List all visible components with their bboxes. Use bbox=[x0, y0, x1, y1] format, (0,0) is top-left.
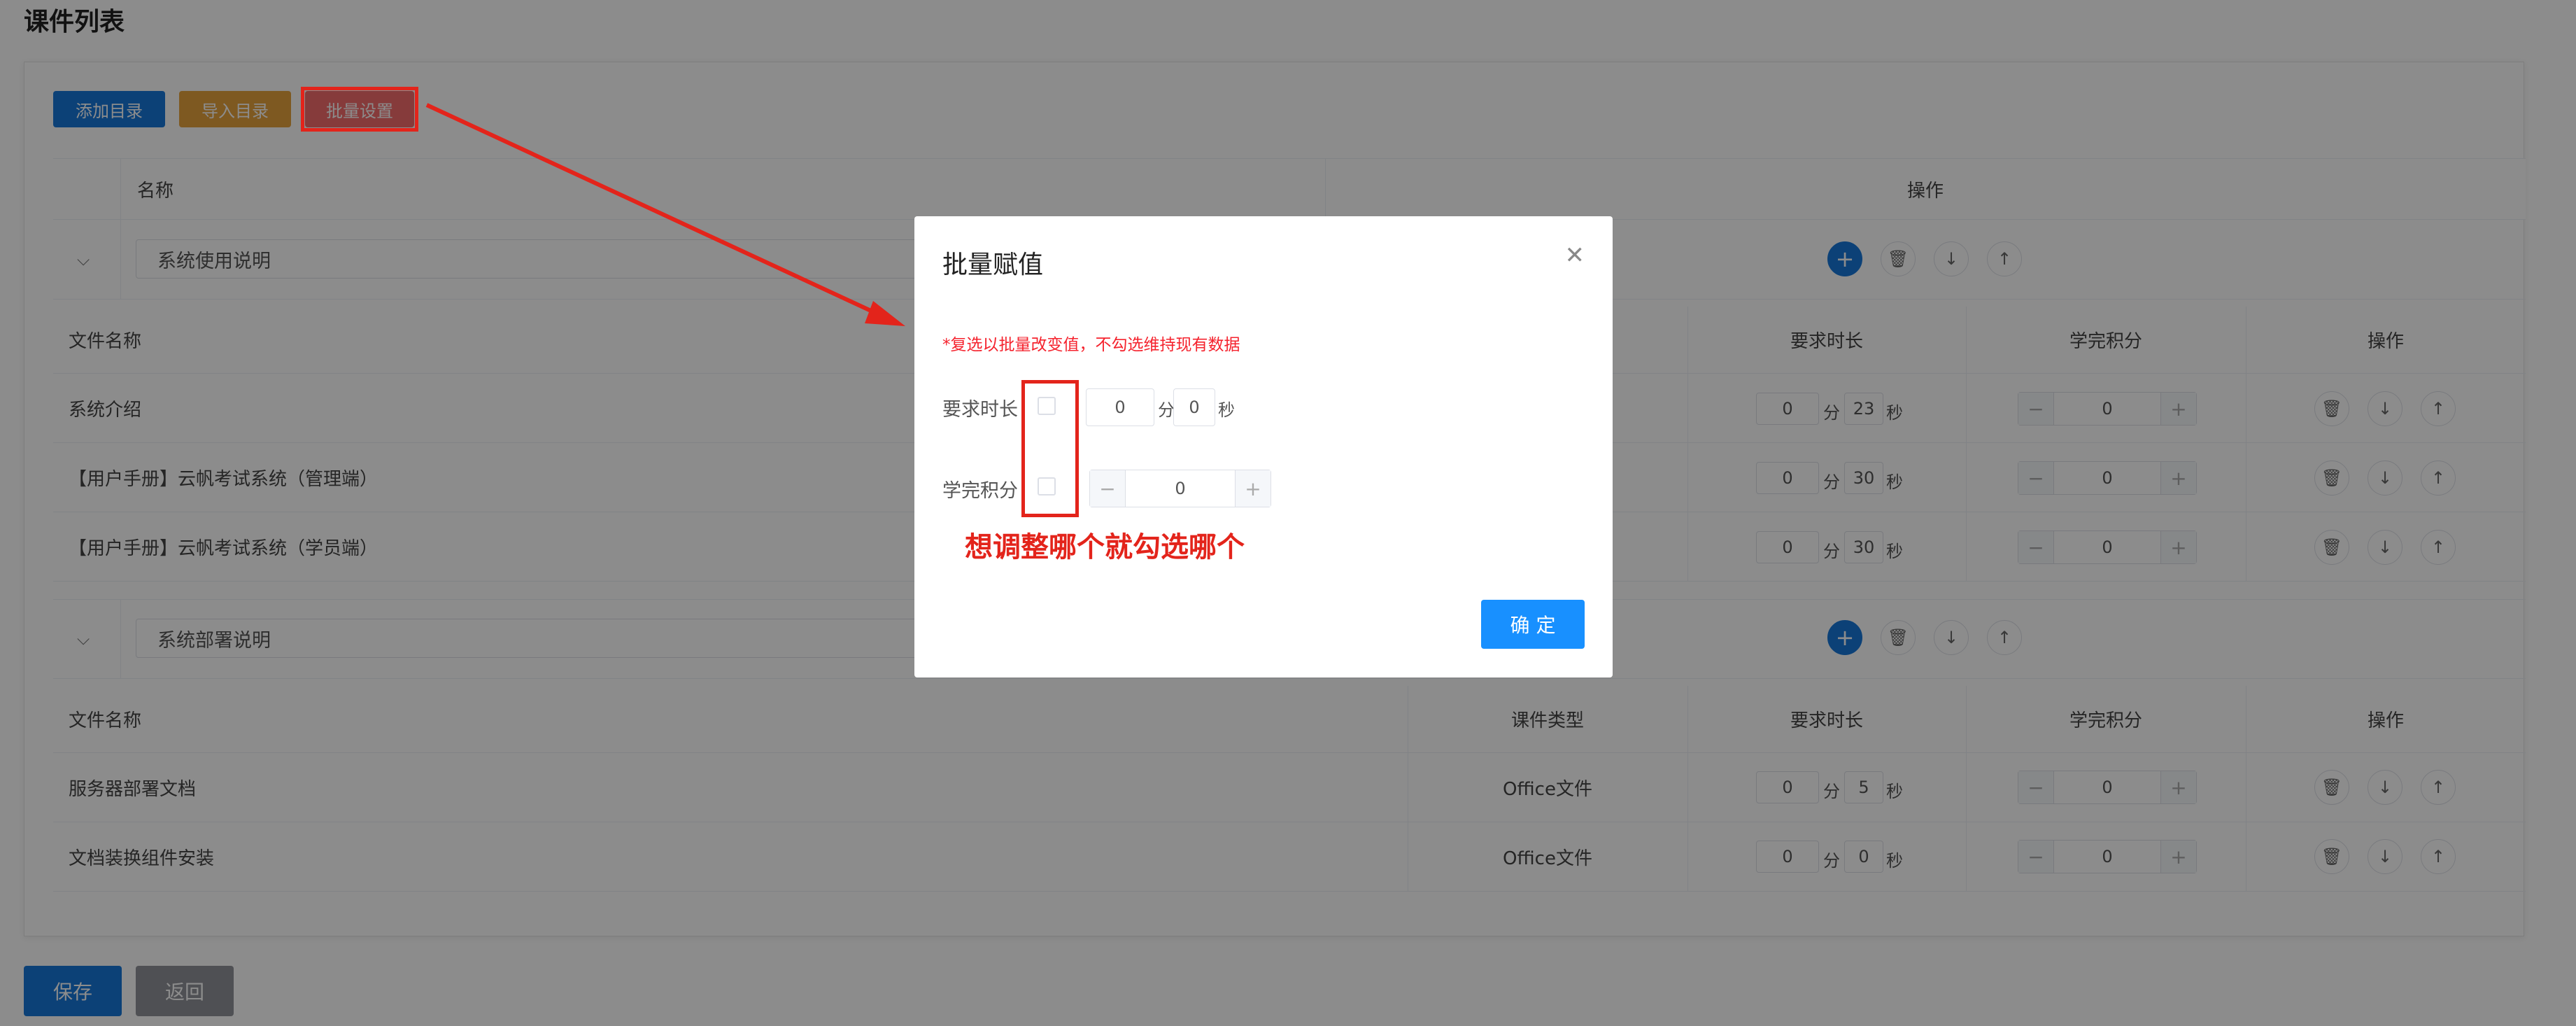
plus-icon[interactable]: + bbox=[1235, 470, 1271, 507]
duration-sec-input[interactable]: 0 bbox=[1173, 388, 1215, 426]
points-stepper[interactable]: − 0 + bbox=[1089, 470, 1271, 507]
close-icon[interactable]: ✕ bbox=[1565, 241, 1585, 269]
checkbox-annotation-box bbox=[1021, 380, 1079, 517]
annotation-text: 想调整哪个就勾选哪个 bbox=[965, 531, 1245, 563]
points-value[interactable]: 0 bbox=[1125, 470, 1236, 507]
duration-min-input[interactable]: 0 bbox=[1086, 388, 1154, 426]
confirm-button[interactable]: 确 定 bbox=[1481, 600, 1585, 649]
unit-min: 分 bbox=[1158, 400, 1175, 420]
minus-icon[interactable]: − bbox=[1090, 470, 1126, 507]
unit-sec: 秒 bbox=[1218, 400, 1235, 420]
annotation-arrow-head bbox=[865, 301, 905, 326]
points-label: 学完积分 bbox=[942, 480, 1018, 502]
batch-dialog: 批量赋值 ✕ *复选以批量改变值，不勾选维持现有数据 要求时长 0 分 0 秒 … bbox=[914, 216, 1613, 677]
annotation-arrow-line bbox=[425, 103, 884, 318]
duration-label: 要求时长 bbox=[942, 399, 1018, 421]
dialog-title: 批量赋值 bbox=[942, 251, 1044, 279]
dialog-hint: *复选以批量改变值，不勾选维持现有数据 bbox=[942, 336, 1240, 354]
